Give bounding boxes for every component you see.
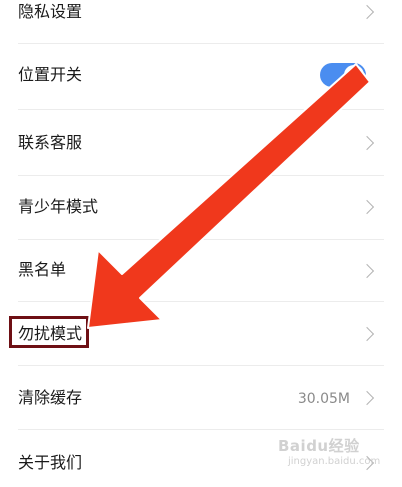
settings-item-label: 关于我们 — [18, 453, 83, 472]
settings-item-privacy[interactable]: 隐私设置 — [0, 0, 402, 44]
settings-item-label: 黑名单 — [18, 260, 67, 279]
watermark-text: Baidu经验 — [278, 437, 360, 455]
baidu-watermark: Baidu经验 jingyan.baidu.com — [278, 433, 388, 473]
chevron-right-icon — [359, 326, 375, 342]
chevron-right-icon — [359, 4, 375, 20]
chevron-right-icon — [359, 199, 375, 215]
settings-item-label: 隐私设置 — [18, 2, 83, 21]
highlight-box — [9, 316, 89, 348]
settings-item-customer-service[interactable]: 联系客服 — [0, 110, 402, 176]
cache-size-value: 30.05M — [297, 391, 350, 407]
settings-item-location: 位置开关 — [0, 44, 402, 110]
location-toggle[interactable] — [320, 63, 366, 87]
toggle-knob — [344, 65, 364, 85]
settings-item-youth-mode[interactable]: 青少年模式 — [0, 176, 402, 240]
settings-list: 隐私设置 位置开关 联系客服 青少年模式 黑名单 勿扰模式 清除缓存 30.05 — [0, 0, 402, 487]
settings-item-label: 联系客服 — [18, 133, 83, 152]
chevron-right-icon — [359, 390, 375, 406]
settings-item-label: 位置开关 — [18, 65, 83, 84]
chevron-right-icon — [359, 135, 375, 151]
watermark-subtext: jingyan.baidu.com — [288, 456, 381, 467]
settings-item-blacklist[interactable]: 黑名单 — [0, 240, 402, 302]
settings-item-label: 清除缓存 — [18, 388, 83, 407]
settings-item-label: 青少年模式 — [18, 197, 99, 216]
settings-item-clear-cache[interactable]: 清除缓存 30.05M — [0, 366, 402, 430]
chevron-right-icon — [359, 263, 375, 279]
